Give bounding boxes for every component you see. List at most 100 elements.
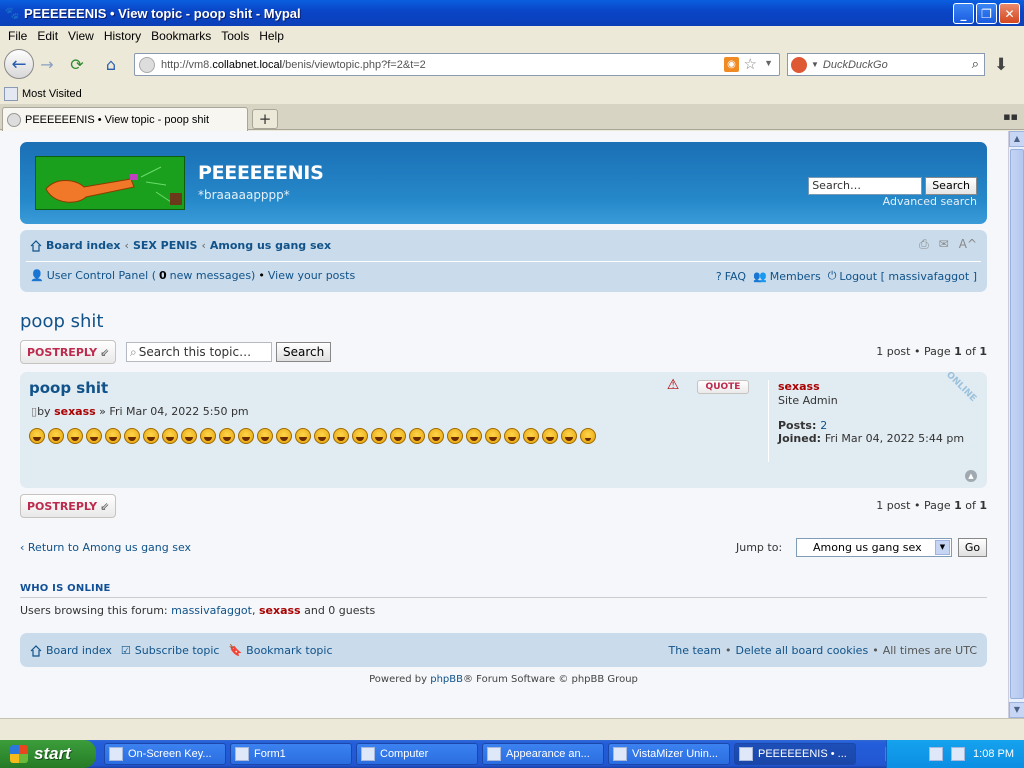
task-browser[interactable]: PEEEEEENIS • ... bbox=[734, 743, 856, 765]
online-user-massivafaggot[interactable]: massivafaggot bbox=[171, 604, 252, 617]
topic-search-button[interactable]: Search bbox=[276, 342, 332, 362]
email-icon[interactable]: ✉ bbox=[939, 237, 949, 252]
site-title[interactable]: PEEEEEENIS bbox=[198, 162, 324, 184]
new-tab-button[interactable]: + bbox=[252, 109, 278, 129]
keyboard-icon bbox=[109, 747, 123, 761]
return-link[interactable]: ‹ Return to Among us gang sex bbox=[20, 541, 191, 554]
post-profile: sexass Site Admin Posts: 2 Joined: Fri M… bbox=[768, 380, 980, 462]
home-icon[interactable]: ⌂ bbox=[98, 51, 124, 77]
bookmark-star-icon[interactable]: ☆ bbox=[744, 55, 757, 73]
phpbb-link[interactable]: phpBB bbox=[430, 674, 463, 685]
logout-link[interactable]: Logout [ massivafaggot ] bbox=[839, 270, 977, 283]
start-button[interactable]: start bbox=[0, 740, 96, 768]
header-search-button[interactable]: Search bbox=[925, 177, 977, 195]
print-icon[interactable]: ⎙ bbox=[919, 237, 929, 252]
window-titlebar[interactable]: 🐾 PEEEEEENIS • View topic - poop shit - … bbox=[0, 0, 1024, 26]
post-reply-button[interactable]: POSTREPLY ⇙ bbox=[20, 340, 116, 364]
task-vistamizer[interactable]: VistaMizer Unin... bbox=[608, 743, 730, 765]
volume-icon[interactable] bbox=[951, 747, 966, 761]
tab-list-icon[interactable]: ▪▪ bbox=[1003, 110, 1018, 123]
page-title[interactable]: poop shit bbox=[20, 311, 987, 332]
menu-help[interactable]: Help bbox=[255, 29, 290, 43]
laughing-smiley-icon bbox=[314, 428, 330, 444]
url-dropdown-icon[interactable]: ▼ bbox=[764, 58, 773, 68]
subscribe-topic-link[interactable]: Subscribe topic bbox=[135, 644, 220, 657]
clock[interactable]: 1:08 PM bbox=[973, 748, 1014, 760]
network-icon[interactable] bbox=[929, 747, 944, 761]
profile-posts-count[interactable]: 2 bbox=[820, 419, 827, 432]
who-online-title[interactable]: WHO IS ONLINE bbox=[20, 583, 987, 598]
tab-label: PEEEEEENIS • View topic - poop shit bbox=[25, 113, 210, 126]
breadcrumb-separator: ‹ bbox=[124, 239, 129, 252]
search-engine-dropdown-icon[interactable]: ▼ bbox=[811, 60, 819, 69]
back-to-top-icon[interactable]: ▲ bbox=[965, 470, 977, 482]
advanced-search-link[interactable]: Advanced search bbox=[883, 195, 977, 208]
post-date: » Fri Mar 04, 2022 5:50 pm bbox=[95, 405, 249, 418]
breadcrumb-board-index[interactable]: Board index bbox=[46, 239, 121, 252]
smile-smiley-icon bbox=[580, 428, 596, 444]
tab-strip: PEEEEEENIS • View topic - poop shit + ▪▪ bbox=[0, 104, 1024, 131]
menu-view[interactable]: View bbox=[64, 29, 100, 43]
go-button[interactable]: Go bbox=[958, 538, 987, 557]
bookmark-topic-link[interactable]: Bookmark topic bbox=[246, 644, 332, 657]
delete-cookies-link[interactable]: Delete all board cookies bbox=[736, 644, 869, 657]
post-title[interactable]: poop shit bbox=[29, 379, 108, 397]
forum-header: PEEEEEENIS *braaaaapppp* Search… Search … bbox=[20, 142, 987, 224]
download-icon[interactable]: ⬇ bbox=[994, 55, 1008, 75]
forward-arrow-icon[interactable]: → bbox=[34, 51, 60, 77]
menu-edit[interactable]: Edit bbox=[33, 29, 64, 43]
scroll-thumb[interactable] bbox=[1010, 149, 1024, 699]
the-team-link[interactable]: The team bbox=[669, 644, 722, 657]
breadcrumb-among-us[interactable]: Among us gang sex bbox=[210, 239, 331, 252]
profile-joined: Joined: Fri Mar 04, 2022 5:44 pm bbox=[778, 432, 980, 445]
task-on-screen-keyboard[interactable]: On-Screen Key... bbox=[104, 743, 226, 765]
back-arrow-icon[interactable]: ← bbox=[4, 49, 34, 79]
who-is-online: WHO IS ONLINE Users browsing this forum:… bbox=[20, 583, 987, 617]
view-your-posts-link[interactable]: View your posts bbox=[268, 269, 355, 282]
jump-select[interactable]: Among us gang sex ▼ bbox=[796, 538, 952, 557]
report-icon[interactable]: ⚠ bbox=[665, 377, 681, 393]
post: poop shit ▯by sexass » Fri Mar 04, 2022 … bbox=[20, 372, 987, 488]
task-appearance[interactable]: Appearance an... bbox=[482, 743, 604, 765]
bookmark-most-visited[interactable]: Most Visited bbox=[22, 88, 82, 100]
browser-search-input[interactable]: ▼ DuckDuckGo ⌕ bbox=[787, 53, 985, 76]
footer-board-index[interactable]: Board index bbox=[46, 644, 112, 657]
faq-link[interactable]: FAQ bbox=[725, 270, 746, 283]
topic-search-input[interactable]: ⌕ Search this topic… bbox=[126, 342, 272, 362]
quote-button[interactable]: QUOTE bbox=[697, 380, 749, 394]
url-bar[interactable]: http://vm8. collabnet.local/benis/viewtop… bbox=[134, 53, 780, 76]
minimize-button[interactable]: _ bbox=[953, 3, 974, 24]
menu-history[interactable]: History bbox=[100, 29, 147, 43]
menu-tools[interactable]: Tools bbox=[217, 29, 255, 43]
vertical-scrollbar[interactable]: ▲ ▼ bbox=[1008, 131, 1024, 718]
maximize-button[interactable]: ❐ bbox=[976, 3, 997, 24]
task-computer[interactable]: Computer bbox=[356, 743, 478, 765]
scroll-up-icon[interactable]: ▲ bbox=[1009, 131, 1024, 147]
close-button[interactable]: ✕ bbox=[999, 3, 1020, 24]
who-online-separator: , bbox=[251, 604, 259, 617]
font-size-icon[interactable]: A^ bbox=[959, 237, 977, 252]
tab-view-topic[interactable]: PEEEEEENIS • View topic - poop shit bbox=[2, 107, 248, 131]
home-icon bbox=[30, 644, 42, 657]
breadcrumb-sex-penis[interactable]: SEX PENIS bbox=[133, 239, 198, 252]
page-content: PEEEEEENIS *braaaaapppp* Search… Search … bbox=[0, 131, 1008, 718]
site-logo[interactable] bbox=[35, 156, 185, 210]
task-form1[interactable]: Form1 bbox=[230, 743, 352, 765]
rss-feed-icon[interactable]: ◉ bbox=[724, 57, 739, 72]
search-icon[interactable]: ⌕ bbox=[972, 56, 979, 72]
post-reply-button-bottom[interactable]: POSTREPLY ⇙ bbox=[20, 494, 116, 518]
scroll-down-icon[interactable]: ▼ bbox=[1009, 702, 1024, 718]
ucp-link[interactable]: User Control Panel ( bbox=[47, 269, 156, 282]
header-search-input[interactable]: Search… bbox=[808, 177, 923, 195]
menu-bookmarks[interactable]: Bookmarks bbox=[147, 29, 217, 43]
reload-icon[interactable]: ⟳ bbox=[64, 51, 90, 77]
duckduckgo-icon[interactable] bbox=[791, 56, 807, 73]
profile-posts: Posts: 2 bbox=[778, 419, 980, 432]
online-user-sexass[interactable]: sexass bbox=[259, 604, 301, 617]
home-icon bbox=[30, 239, 42, 252]
chevron-down-icon[interactable]: ▼ bbox=[935, 540, 950, 555]
post-author-link[interactable]: sexass bbox=[54, 405, 96, 418]
menu-file[interactable]: File bbox=[4, 29, 33, 43]
members-link[interactable]: Members bbox=[770, 270, 821, 283]
document-icon bbox=[613, 747, 627, 761]
